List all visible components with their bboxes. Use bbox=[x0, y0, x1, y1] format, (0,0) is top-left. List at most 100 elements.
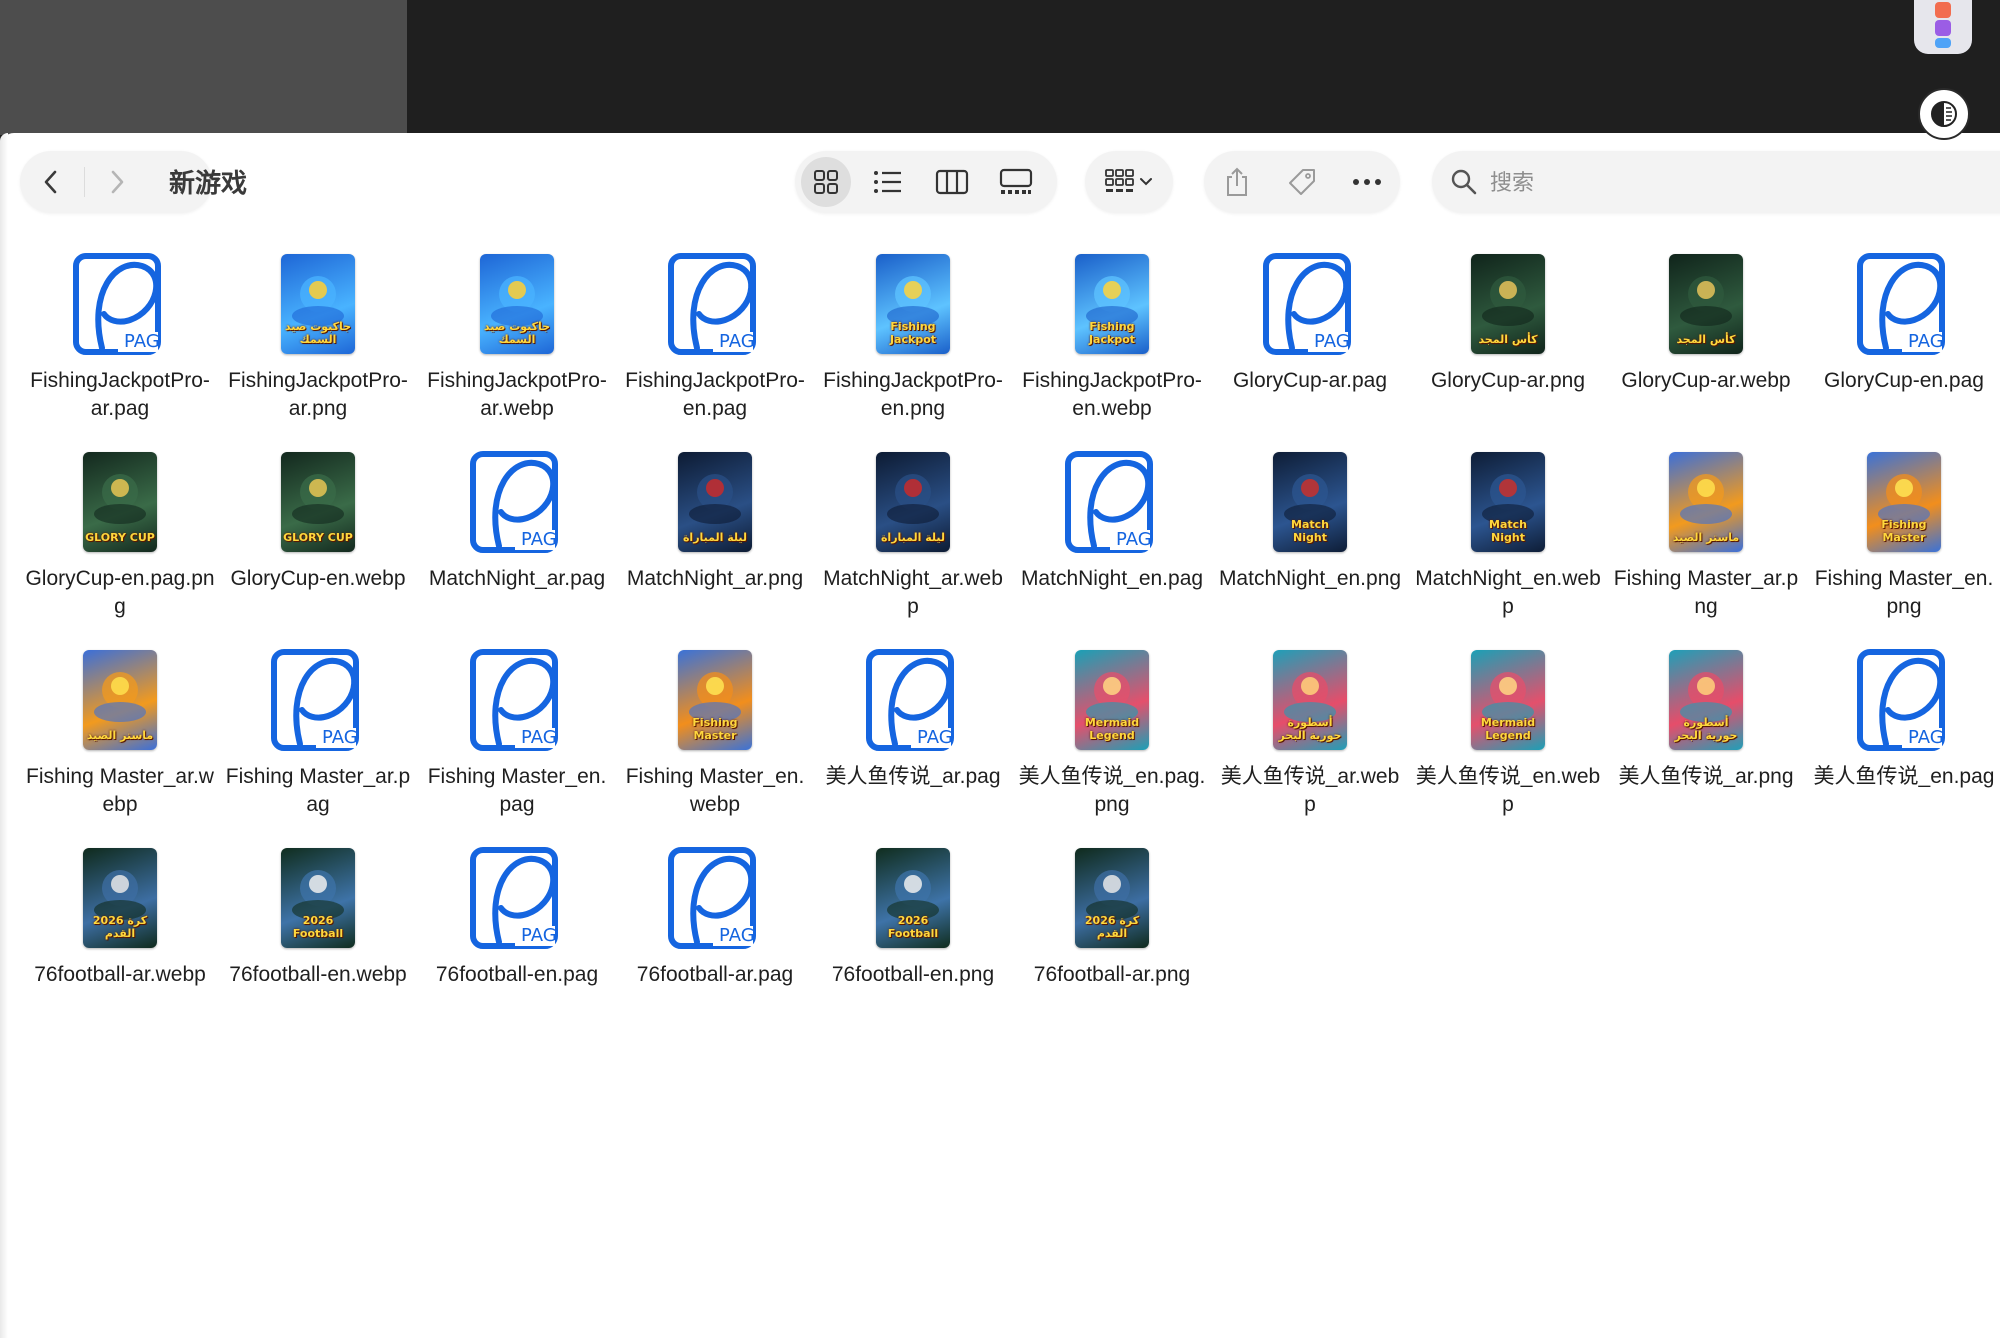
column-view-icon bbox=[935, 169, 969, 195]
gallery-view-button[interactable] bbox=[991, 157, 1041, 207]
file-item[interactable]: كأس المجد GloryCup-ar.webp bbox=[1607, 249, 1805, 395]
file-item[interactable]: جاكبوت صيد السمك FishingJackpotPro-ar.png bbox=[219, 249, 417, 423]
file-item[interactable]: PAG 美人鱼传说_en.pag bbox=[1805, 645, 2000, 791]
search-field[interactable] bbox=[1432, 151, 2000, 213]
file-name: 76football-en.pag bbox=[435, 963, 599, 986]
file-item[interactable]: PAG 76football-ar.pag bbox=[616, 843, 814, 989]
file-item[interactable]: ليلة المباراة MatchNight_ar.webp bbox=[814, 447, 1012, 621]
file-item[interactable]: ليلة المباراة MatchNight_ar.png bbox=[616, 447, 814, 593]
background-desktop-left bbox=[0, 0, 407, 135]
file-item[interactable]: كأس المجد GloryCup-ar.png bbox=[1409, 249, 1607, 395]
file-item[interactable]: PAG 美人鱼传说_ar.pag bbox=[814, 645, 1012, 791]
file-item[interactable]: 2026 كرة القدم 76football-ar.png bbox=[1013, 843, 1211, 989]
file-item[interactable]: PAG GloryCup-en.pag bbox=[1805, 249, 2000, 395]
thumbnail-caption: Mermaid Legend bbox=[1480, 716, 1536, 742]
file-item[interactable]: Mermaid Legend 美人鱼传说_en.pag.png bbox=[1013, 645, 1211, 819]
icon-view-button[interactable] bbox=[801, 157, 851, 207]
thumbnail-caption: ليلة المباراة bbox=[880, 531, 946, 544]
file-name: GloryCup-en.pag bbox=[1824, 369, 1984, 392]
group-by-button[interactable] bbox=[1085, 151, 1173, 213]
more-actions-button[interactable] bbox=[1342, 157, 1392, 207]
file-item[interactable]: Fishing Jackpot FishingJackpotPro-en.png bbox=[814, 249, 1012, 423]
thumbnail-caption: أسطورة حورية البحر bbox=[1674, 716, 1738, 742]
pag-file-icon: PAG bbox=[73, 253, 161, 355]
file-item[interactable]: Fishing Jackpot FishingJackpotPro-en.webp bbox=[1013, 249, 1211, 423]
file-item[interactable]: PAG GloryCup-ar.pag bbox=[1211, 249, 1409, 395]
file-name: 76football-en.png bbox=[831, 963, 995, 986]
file-item[interactable]: جاكبوت صيد السمك FishingJackpotPro-ar.web… bbox=[418, 249, 616, 423]
file-item[interactable]: PAG MatchNight_ar.pag bbox=[418, 447, 616, 593]
file-item[interactable]: Fishing Master Fishing Master_en.png bbox=[1805, 447, 2000, 621]
file-item[interactable]: PAG Fishing Master_ar.pag bbox=[219, 645, 417, 819]
image-thumbnail-icon: ليلة المباراة bbox=[876, 452, 950, 552]
file-name: 76football-ar.pag bbox=[636, 963, 794, 986]
forward-button[interactable] bbox=[86, 151, 148, 213]
thumbnail-caption: Fishing Master bbox=[692, 716, 738, 742]
image-thumbnail-icon: كأس المجد bbox=[1471, 254, 1545, 354]
back-button[interactable] bbox=[20, 151, 82, 213]
grid-view-icon bbox=[814, 170, 838, 194]
background-desktop bbox=[407, 0, 2000, 135]
file-item[interactable]: ماستر الصيد Fishing Master_ar.png bbox=[1607, 447, 1805, 621]
image-thumbnail-icon: 2026 Football bbox=[281, 848, 355, 948]
tag-button[interactable] bbox=[1277, 157, 1327, 207]
thumbnail-caption: Match Night bbox=[1291, 518, 1329, 544]
image-thumbnail-icon: Fishing Jackpot bbox=[876, 254, 950, 354]
file-item[interactable]: PAG 76football-en.pag bbox=[418, 843, 616, 989]
file-item[interactable]: Match Night MatchNight_en.png bbox=[1211, 447, 1409, 593]
file-item[interactable]: GLORY CUP GloryCup-en.pag.png bbox=[21, 447, 219, 621]
file-name: MatchNight_en.webp bbox=[1415, 567, 1601, 618]
image-thumbnail-icon: ماستر الصيد bbox=[83, 650, 157, 750]
search-input[interactable] bbox=[1488, 165, 1992, 201]
group-by-icon bbox=[1105, 169, 1152, 192]
group-by-control[interactable] bbox=[1095, 157, 1165, 207]
image-thumbnail-icon: ليلة المباراة bbox=[678, 452, 752, 552]
image-thumbnail-icon: Mermaid Legend bbox=[1075, 650, 1149, 750]
file-item[interactable]: 2026 Football 76football-en.webp bbox=[219, 843, 417, 989]
file-name: MatchNight_en.png bbox=[1218, 567, 1402, 590]
file-name: Fishing Master_ar.png bbox=[1613, 567, 1799, 618]
file-name: Fishing Master_en.pag bbox=[427, 765, 607, 816]
pag-badge: PAG bbox=[1908, 727, 1944, 748]
file-name: Fishing Master_ar.pag bbox=[225, 765, 411, 816]
share-button[interactable] bbox=[1212, 157, 1262, 207]
file-item[interactable]: أسطورة حورية البحر 美人鱼传说_ar.png bbox=[1607, 645, 1805, 791]
thumbnail-caption: Fishing Master bbox=[1881, 518, 1927, 544]
file-item[interactable]: PAG FishingJackpotPro-en.pag bbox=[616, 249, 814, 423]
pag-badge: PAG bbox=[1314, 331, 1350, 352]
file-item[interactable]: PAG FishingJackpotPro-ar.pag bbox=[21, 249, 219, 423]
file-item[interactable]: PAG Fishing Master_en.pag bbox=[418, 645, 616, 819]
file-name: FishingJackpotPro-ar.webp bbox=[427, 369, 607, 420]
view-mode-group bbox=[795, 151, 1057, 213]
pag-file-icon: PAG bbox=[1065, 451, 1153, 553]
file-item[interactable]: GLORY CUP GloryCup-en.webp bbox=[219, 447, 417, 593]
accessibility-toggle-icon[interactable] bbox=[1918, 88, 1970, 140]
list-view-button[interactable] bbox=[863, 157, 913, 207]
pag-file-icon: PAG bbox=[668, 847, 756, 949]
app-launcher-icon[interactable] bbox=[1914, 0, 1972, 54]
file-item[interactable]: Fishing Master Fishing Master_en.webp bbox=[616, 645, 814, 819]
list-view-icon bbox=[874, 171, 901, 193]
actions-group bbox=[1204, 151, 1400, 213]
file-item[interactable]: أسطورة حورية البحر 美人鱼传说_ar.webp bbox=[1211, 645, 1409, 819]
nav-divider bbox=[84, 167, 85, 197]
file-name: 美人鱼传说_en.pag bbox=[1813, 765, 1995, 788]
pag-badge: PAG bbox=[719, 925, 755, 946]
file-name: 美人鱼传说_en.webp bbox=[1415, 765, 1601, 816]
file-item[interactable]: Match Night MatchNight_en.webp bbox=[1409, 447, 1607, 621]
file-item[interactable]: 2026 كرة القدم 76football-ar.webp bbox=[21, 843, 219, 989]
thumbnail-caption: Mermaid Legend bbox=[1084, 716, 1140, 742]
file-name: 美人鱼传说_ar.png bbox=[1618, 765, 1794, 788]
image-thumbnail-icon: أسطورة حورية البحر bbox=[1669, 650, 1743, 750]
column-view-button[interactable] bbox=[927, 157, 977, 207]
file-item[interactable]: Mermaid Legend 美人鱼传说_en.webp bbox=[1409, 645, 1607, 819]
file-item[interactable]: 2026 Football 76football-en.png bbox=[814, 843, 1012, 989]
pag-file-icon: PAG bbox=[1857, 649, 1945, 751]
file-item[interactable]: ماستر الصيد Fishing Master_ar.webp bbox=[21, 645, 219, 819]
pag-badge: PAG bbox=[1908, 331, 1944, 352]
share-icon bbox=[1227, 167, 1247, 196]
more-icon bbox=[1353, 179, 1381, 185]
file-name: Fishing Master_ar.webp bbox=[26, 765, 214, 816]
thumbnail-caption: جاكبوت صيد السمك bbox=[284, 320, 352, 346]
file-item[interactable]: PAG MatchNight_en.pag bbox=[1013, 447, 1211, 593]
